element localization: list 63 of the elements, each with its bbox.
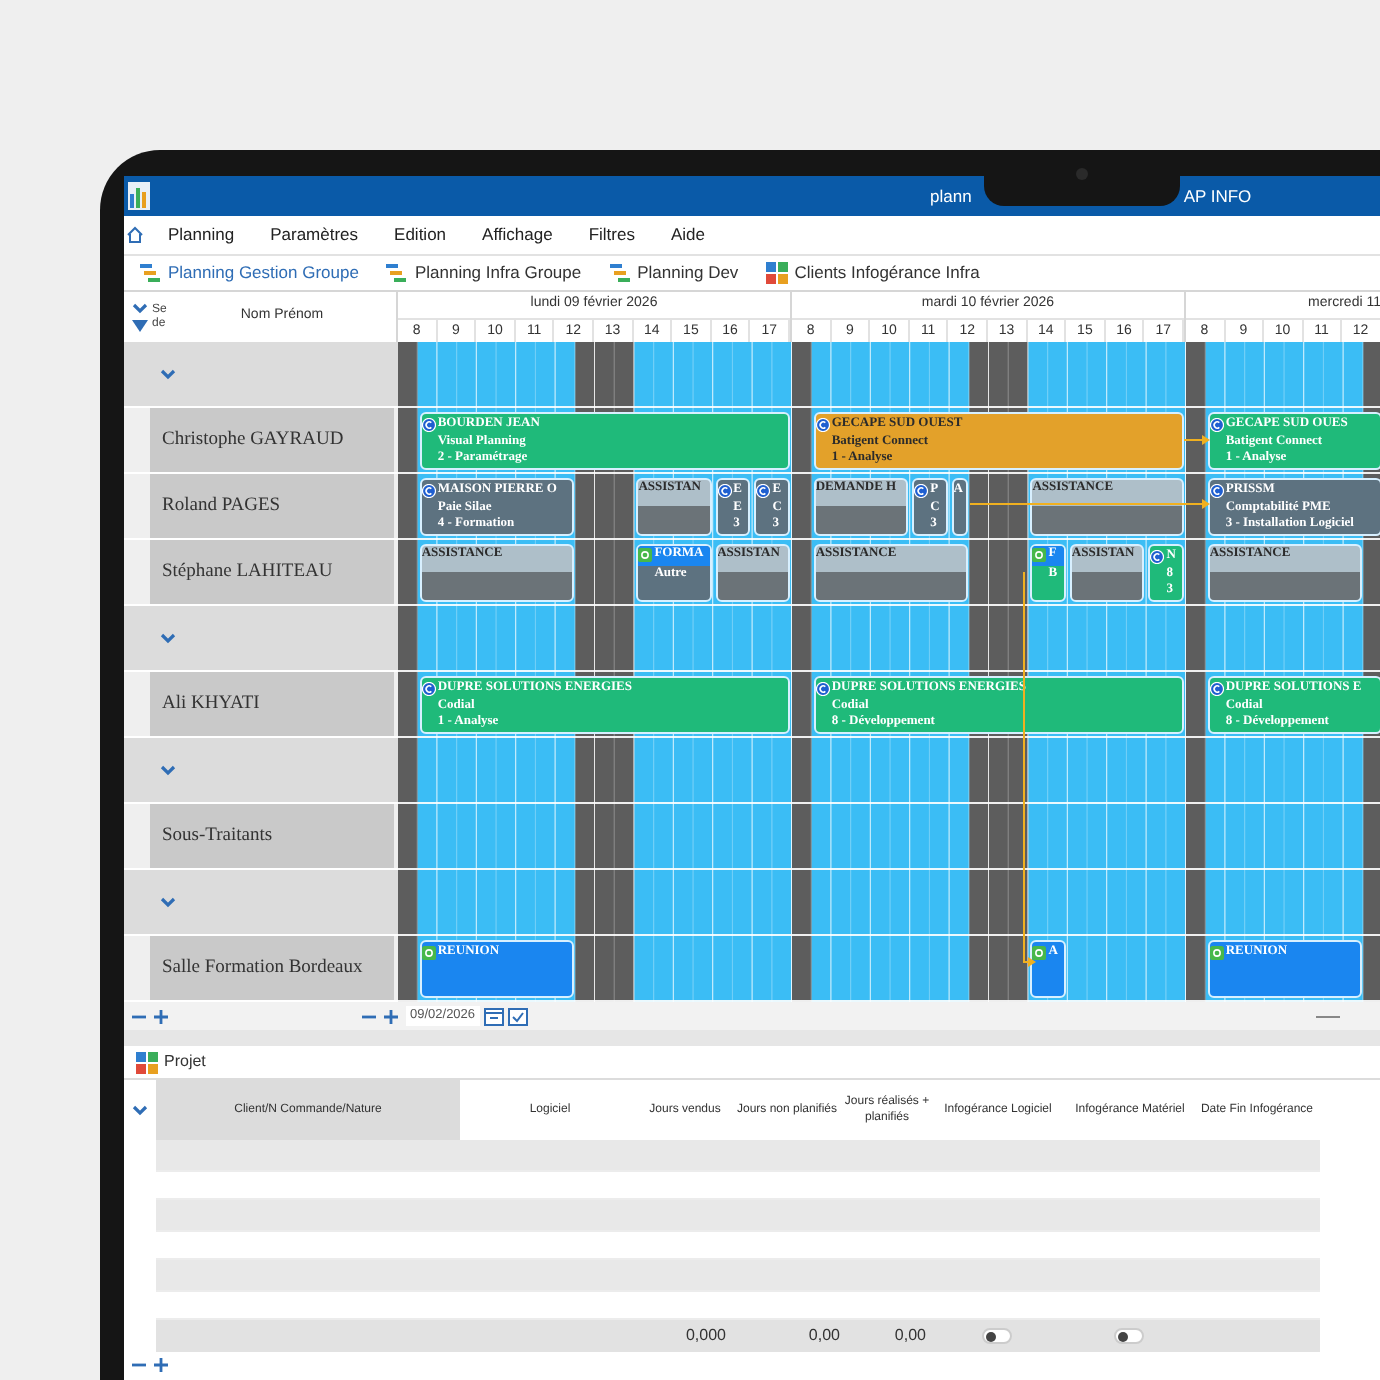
app-icon	[128, 182, 150, 210]
resource-name[interactable]: Stéphane LAHITEAU	[150, 540, 394, 604]
gantt-icon	[386, 262, 409, 284]
tiles-icon	[136, 1051, 158, 1073]
coin-icon	[1209, 417, 1224, 432]
chevron-icon[interactable]	[160, 896, 176, 908]
chevron-icon[interactable]	[132, 302, 148, 314]
coin-icon	[717, 483, 732, 498]
plus-icon[interactable]	[154, 1009, 168, 1023]
menu-item[interactable]: Affichage	[482, 222, 553, 248]
toggle-switch[interactable]	[1113, 1328, 1143, 1344]
menu-item[interactable]: Aide	[670, 222, 705, 248]
resource-name[interactable]: Sous-Traitants	[150, 804, 394, 868]
coin-icon	[1209, 681, 1224, 696]
window-title: plann	[930, 183, 972, 209]
calendar-icon[interactable]	[483, 1006, 504, 1026]
home-icon[interactable]	[126, 226, 144, 244]
coin-icon	[815, 681, 830, 696]
gantt-icon	[140, 262, 162, 284]
coin-icon	[421, 417, 436, 432]
chevron-icon[interactable]	[132, 1104, 148, 1116]
chevron-icon[interactable]	[160, 632, 176, 644]
coin-icon	[1209, 483, 1224, 498]
total-value: 0,00	[808, 1324, 840, 1348]
tab[interactable]: Planning Dev	[609, 260, 739, 286]
tab[interactable]: Planning Gestion Groupe	[140, 260, 359, 286]
tiles-icon	[766, 262, 789, 284]
plus-icon[interactable]	[384, 1009, 398, 1023]
badge-icon	[1209, 945, 1224, 960]
badge-icon	[1032, 547, 1047, 562]
sort-triangle-icon[interactable]	[132, 320, 148, 332]
resource-name[interactable]: Christophe GAYRAUD	[150, 408, 394, 472]
panel-title: Projet	[164, 1050, 206, 1074]
coin-icon	[1150, 549, 1165, 564]
coin-icon	[756, 483, 771, 498]
menu-item[interactable]: Planning	[168, 222, 235, 248]
coin-icon	[421, 483, 436, 498]
tab[interactable]: Planning Infra Groupe	[386, 260, 582, 286]
window-title: AP INFO	[1183, 183, 1252, 209]
minus-icon[interactable]	[132, 1358, 146, 1372]
badge-icon	[1032, 945, 1047, 960]
plus-icon[interactable]	[154, 1358, 168, 1372]
resource-name[interactable]: Salle Formation Bordeaux	[150, 936, 394, 1000]
coin-icon	[421, 681, 436, 696]
total-value: 0,00	[894, 1324, 926, 1348]
connector-arrow	[1183, 435, 1210, 445]
scrollbar-thumb[interactable]	[1316, 1015, 1340, 1017]
badge-icon	[421, 945, 436, 960]
calendar-check-icon[interactable]	[507, 1006, 528, 1026]
resource-name[interactable]: Roland PAGES	[150, 474, 394, 538]
menu-item[interactable]: Paramètres	[270, 222, 359, 248]
coin-icon	[815, 417, 830, 432]
toggle-switch[interactable]	[981, 1328, 1011, 1344]
total-value: 0,000	[685, 1324, 726, 1348]
coin-icon	[914, 483, 929, 498]
chevron-icon[interactable]	[160, 764, 176, 776]
gantt-icon	[609, 262, 632, 284]
menu-item[interactable]: Edition	[394, 222, 447, 248]
menu-item[interactable]: Filtres	[588, 222, 635, 248]
badge-icon	[638, 547, 653, 562]
resource-name[interactable]: Ali KHYATI	[150, 672, 394, 736]
tab[interactable]: Clients Infogérance Infra	[766, 260, 980, 286]
chevron-icon[interactable]	[160, 368, 176, 380]
